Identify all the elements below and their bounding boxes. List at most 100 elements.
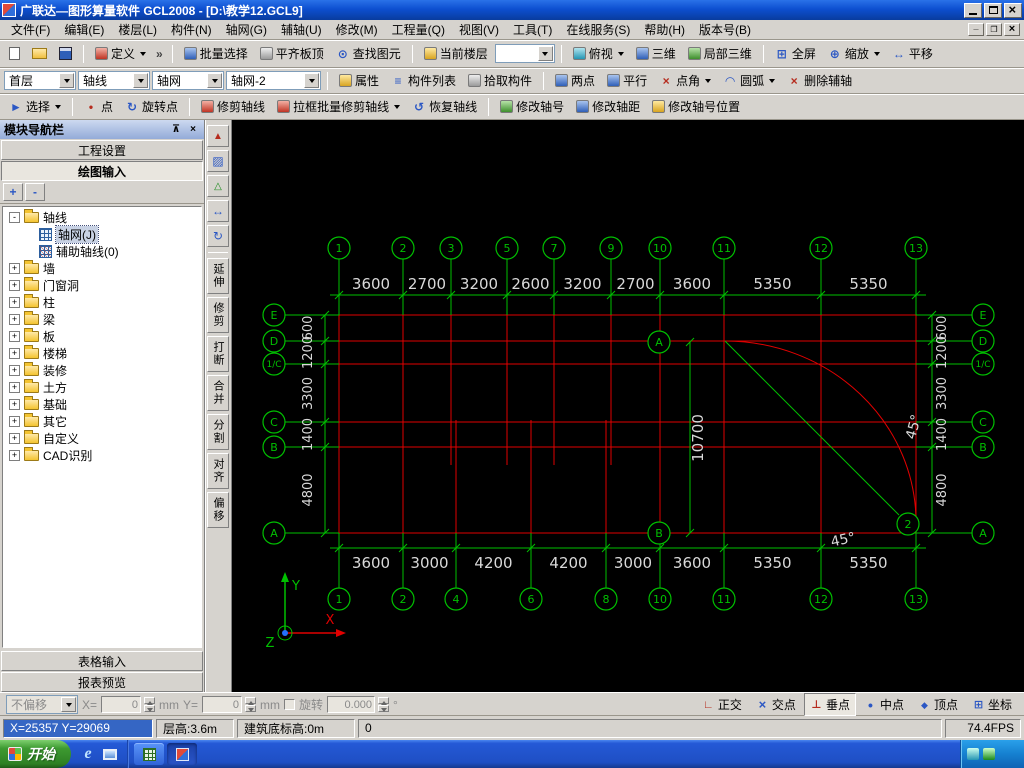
mirror-tool-icon[interactable]	[207, 175, 229, 197]
mdi-restore-button[interactable]	[986, 23, 1002, 36]
select-button[interactable]: ► 选择	[4, 95, 66, 118]
define-button[interactable]: 定义	[90, 42, 151, 65]
y-spinner[interactable]	[245, 697, 257, 712]
find-element-button[interactable]: ⊙ 查找图元	[331, 42, 406, 65]
pick-component-button[interactable]: 拾取构件	[463, 69, 537, 92]
sidebar-item-column[interactable]: 柱	[3, 294, 201, 311]
merge-tool-button[interactable]: 合并	[207, 375, 229, 411]
add-button[interactable]	[3, 183, 23, 201]
sidebar-item-stair[interactable]: 楼梯	[3, 345, 201, 362]
expander-icon[interactable]	[9, 297, 20, 308]
snap-ortho-button[interactable]: 正交	[696, 693, 748, 716]
rotate-tool-icon[interactable]	[207, 225, 229, 247]
menu-item-modify[interactable]: 修改(M)	[329, 19, 385, 40]
drawing-input-button[interactable]: 绘图输入	[1, 161, 203, 181]
full-screen-button[interactable]: ⊞ 全屏	[770, 42, 821, 65]
component-list-button[interactable]: ≡ 构件列表	[386, 69, 461, 92]
sidebar-item-custom[interactable]: 自定义	[3, 430, 201, 447]
expander-icon[interactable]	[9, 263, 20, 274]
menu-item-floor[interactable]: 楼层(L)	[111, 19, 164, 40]
expander-icon[interactable]	[9, 450, 20, 461]
zoom-button[interactable]: ⊕ 缩放	[823, 42, 885, 65]
trim-tool-button[interactable]: 修剪	[207, 297, 229, 333]
break-tool-button[interactable]: 打断	[207, 336, 229, 372]
align-tool-button[interactable]: 对齐	[207, 453, 229, 489]
delete-aux-button[interactable]: × 删除辅轴	[782, 69, 857, 92]
sidebar-item-foundation[interactable]: 基础	[3, 396, 201, 413]
x-input[interactable]	[101, 696, 142, 713]
sidebar-item-aux-axis[interactable]: 辅助轴线(0)	[3, 243, 201, 260]
new-button[interactable]	[4, 44, 25, 63]
project-settings-button[interactable]: 工程设置	[1, 140, 203, 160]
expander-icon[interactable]	[9, 212, 20, 223]
grid-combo[interactable]: 轴网	[152, 71, 224, 90]
split-tool-button[interactable]: 分割	[207, 414, 229, 450]
sidebar-item-slab[interactable]: 板	[3, 328, 201, 345]
grid-name-combo[interactable]: 轴网-2	[226, 71, 321, 90]
offset-tool-button[interactable]: 偏移	[207, 492, 229, 528]
align-slab-top-button[interactable]: 平齐板顶	[255, 42, 329, 65]
snap-midpoint-button[interactable]: 中点	[858, 693, 910, 716]
chevron-down-icon[interactable]	[59, 73, 74, 88]
two-point-aux-button[interactable]: 两点	[550, 69, 600, 92]
menu-item-component[interactable]: 构件(N)	[164, 19, 219, 40]
panel-close-icon[interactable]	[186, 123, 200, 136]
chevron-down-icon[interactable]	[133, 73, 148, 88]
open-button[interactable]	[27, 45, 52, 62]
sidebar-item-decoration[interactable]: 装修	[3, 362, 201, 379]
sidebar-item-door-window[interactable]: 门窗洞	[3, 277, 201, 294]
mdi-minimize-button[interactable]	[968, 23, 984, 36]
menu-item-tools[interactable]: 工具(T)	[506, 19, 559, 40]
expander-icon[interactable]	[9, 280, 20, 291]
toolbar-overflow-chevron[interactable]	[153, 47, 166, 61]
floor-combo[interactable]: 首层	[4, 71, 76, 90]
batch-select-button[interactable]: 批量选择	[179, 42, 253, 65]
show-desktop-icon[interactable]	[101, 745, 119, 763]
pan-button[interactable]: ↔ 平移	[887, 42, 938, 65]
expander-icon[interactable]	[9, 331, 20, 342]
chevron-down-icon[interactable]	[207, 73, 222, 88]
expander-icon[interactable]	[9, 382, 20, 393]
local-three-d-button[interactable]: 局部三维	[683, 42, 757, 65]
menu-item-file[interactable]: 文件(F)	[4, 19, 57, 40]
current-floor-combo[interactable]	[494, 44, 555, 63]
menu-item-view[interactable]: 视图(V)	[452, 19, 506, 40]
minimize-button[interactable]	[964, 2, 982, 18]
sidebar-item-cad-recognition[interactable]: CAD识别	[3, 447, 201, 464]
sidebar-item-axis[interactable]: 轴线	[3, 209, 201, 226]
menu-item-online-service[interactable]: 在线服务(S)	[559, 19, 637, 40]
point-button[interactable]: • 点	[79, 95, 118, 118]
close-button[interactable]	[1004, 2, 1022, 18]
angle-input[interactable]	[327, 696, 376, 713]
sidebar-item-others[interactable]: 其它	[3, 413, 201, 430]
menu-item-version[interactable]: 版本号(B)	[692, 19, 758, 40]
trim-axis-button[interactable]: 修剪轴线	[196, 95, 270, 118]
snap-coordinate-button[interactable]: 坐标	[966, 693, 1018, 716]
menu-item-quantity[interactable]: 工程量(Q)	[385, 19, 452, 40]
attribute-button[interactable]: 属性	[334, 69, 384, 92]
mdi-close-button[interactable]	[1004, 23, 1020, 36]
modify-axis-number-pos-button[interactable]: 修改轴号位置	[647, 95, 745, 118]
element-type-combo[interactable]: 轴线	[78, 71, 150, 90]
expander-icon[interactable]	[9, 399, 20, 410]
remove-button[interactable]	[25, 183, 45, 201]
sidebar-item-wall[interactable]: 墙	[3, 260, 201, 277]
extend-tool-button[interactable]: 延伸	[207, 258, 229, 294]
expander-icon[interactable]	[9, 365, 20, 376]
menu-item-aux-axis[interactable]: 辅轴(U)	[274, 19, 329, 40]
point-angle-aux-button[interactable]: × 点角	[654, 69, 716, 92]
rotate-point-button[interactable]: ↻ 旋转点	[120, 95, 183, 118]
menu-item-help[interactable]: 帮助(H)	[637, 19, 692, 40]
taskbar-item-1[interactable]	[134, 743, 164, 765]
expander-icon[interactable]	[9, 416, 20, 427]
modify-axis-spacing-button[interactable]: 修改轴距	[571, 95, 645, 118]
hatch-tool-icon[interactable]	[207, 150, 229, 172]
rotate-checkbox[interactable]	[284, 699, 296, 710]
taskbar-item-gcl-active[interactable]	[167, 743, 197, 765]
y-input[interactable]	[202, 696, 243, 713]
expander-icon[interactable]	[9, 433, 20, 444]
snap-intersection-button[interactable]: 交点	[750, 693, 802, 716]
pin-icon[interactable]	[169, 123, 183, 136]
parallel-aux-button[interactable]: 平行	[602, 69, 652, 92]
tray-icon-1[interactable]	[967, 748, 979, 760]
